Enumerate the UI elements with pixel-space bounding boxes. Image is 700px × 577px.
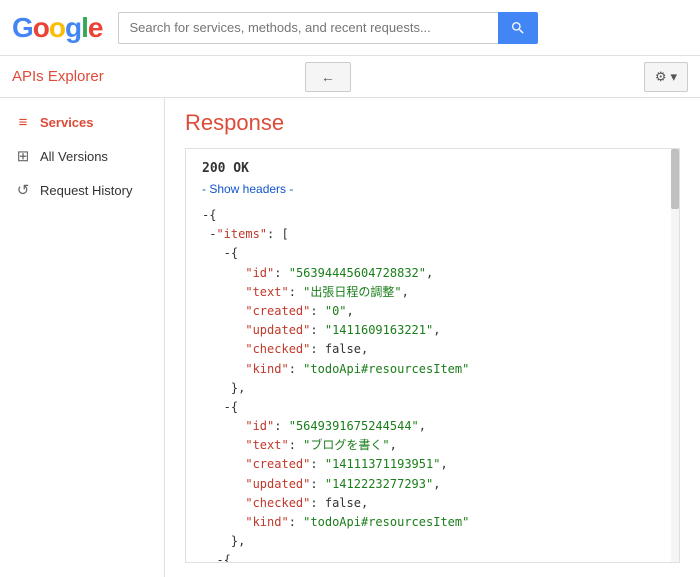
json-content: -{ -"items": [ -{ "id": "563944456047288…	[202, 206, 663, 563]
sidebar: ≡ Services ⊞ All Versions ↺ Request Hist…	[0, 98, 165, 577]
scrollbar[interactable]	[671, 149, 679, 562]
json-line: -{	[202, 551, 663, 563]
json-line: "kind": "todoApi#resourcesItem"	[202, 360, 663, 379]
sidebar-item-request-history[interactable]: ↺ Request History	[0, 173, 164, 207]
json-line: "kind": "todoApi#resourcesItem"	[202, 513, 663, 532]
json-line: "checked": false,	[202, 494, 663, 513]
json-line: -"items": [	[202, 225, 663, 244]
json-line: -{	[202, 244, 663, 263]
sidebar-item-all-versions[interactable]: ⊞ All Versions	[0, 139, 164, 173]
sidebar-item-services[interactable]: ≡ Services	[0, 106, 164, 139]
json-line: "created": "14111371193951",	[202, 455, 663, 474]
json-line: "updated": "1412223277293",	[202, 475, 663, 494]
back-button[interactable]: ←	[305, 62, 351, 92]
gear-icon: ⚙	[655, 69, 667, 85]
sidebar-item-label: Services	[40, 115, 94, 130]
status-line: 200 OK	[202, 161, 663, 176]
json-line: "text": "出張日程の調整",	[202, 283, 663, 302]
json-line: "updated": "1411609163221",	[202, 321, 663, 340]
json-line: "id": "5649391675244544",	[202, 417, 663, 436]
json-line: "id": "56394445604728832",	[202, 264, 663, 283]
sidebar-item-label: Request History	[40, 183, 132, 198]
json-line: "checked": false,	[202, 340, 663, 359]
content-area: Response 200 OK - Show headers - -{ -"it…	[165, 98, 700, 577]
json-line: -{	[202, 206, 663, 225]
apis-explorer-label: APIs Explorer	[12, 68, 305, 85]
show-headers-link[interactable]: - Show headers -	[202, 182, 663, 196]
search-bar	[118, 12, 538, 44]
grid-icon: ⊞	[14, 147, 32, 165]
search-icon	[510, 20, 526, 36]
json-line: },	[202, 532, 663, 551]
google-logo: Google	[12, 12, 102, 44]
list-icon: ≡	[14, 114, 32, 131]
json-line: "text": "ブログを書く",	[202, 436, 663, 455]
header: Google	[0, 0, 700, 56]
dropdown-arrow-icon: ▾	[670, 69, 677, 85]
scrollbar-thumb[interactable]	[671, 149, 679, 209]
back-icon: ←	[321, 69, 335, 85]
json-line: },	[202, 379, 663, 398]
sub-header: APIs Explorer ← ⚙ ▾	[0, 56, 700, 98]
json-line: "created": "0",	[202, 302, 663, 321]
search-button[interactable]	[498, 12, 538, 44]
history-icon: ↺	[14, 181, 32, 199]
main-layout: ≡ Services ⊞ All Versions ↺ Request Hist…	[0, 98, 700, 577]
page-title: Response	[185, 110, 680, 136]
sidebar-item-label: All Versions	[40, 149, 108, 164]
search-input[interactable]	[118, 12, 498, 44]
settings-button[interactable]: ⚙ ▾	[644, 62, 688, 92]
json-line: -{	[202, 398, 663, 417]
response-box: 200 OK - Show headers - -{ -"items": [ -…	[185, 148, 680, 563]
